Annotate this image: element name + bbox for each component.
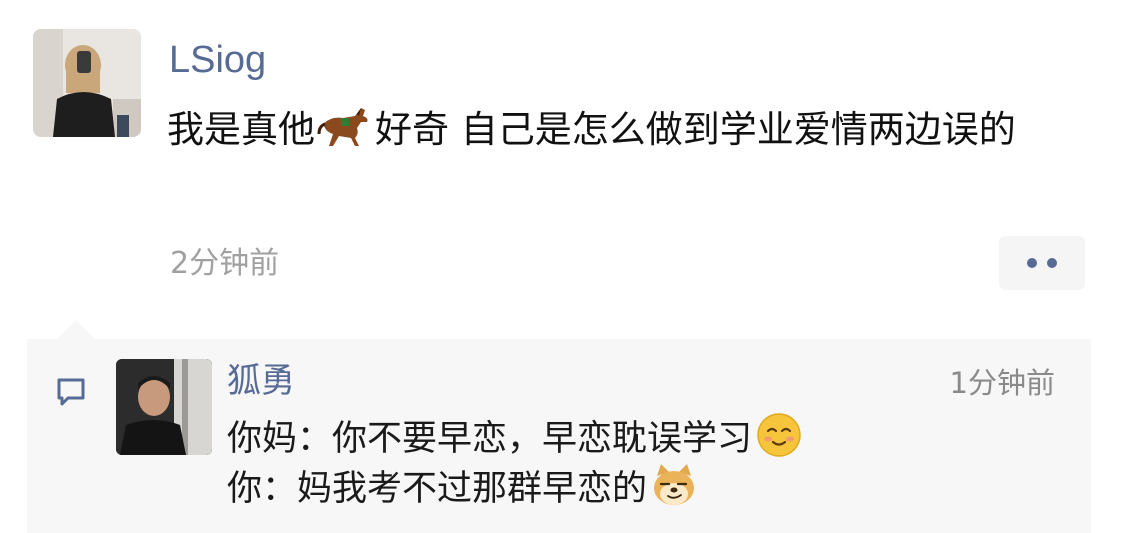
post-text-part2: 好奇 自己是怎么做到学业爱情两边误的 <box>375 108 1016 151</box>
more-actions-button[interactable] <box>999 236 1085 290</box>
more-dot-icon <box>1047 258 1057 268</box>
comment-line-1-text: 你妈：你不要早恋，早恋耽误学习 <box>227 419 753 459</box>
comment-line-2: 你：妈我考不过那群早恋的 <box>227 462 697 515</box>
comment-line-1: 你妈：你不要早恋，早恋耽误学习 <box>227 412 802 465</box>
comment-pointer <box>57 320 95 339</box>
smiling-face-icon <box>756 412 802 458</box>
post-text-part1: 我是真他 <box>167 108 315 151</box>
more-dot-icon <box>1027 258 1037 268</box>
comment-bubble-icon <box>54 374 88 408</box>
moment-post: LSiog 我是真他 好奇 自己是怎么做到学业爱情两边误的 2分钟前 <box>0 0 1124 320</box>
comment-timestamp: 1分钟前 <box>949 366 1055 400</box>
commenter-avatar[interactable] <box>116 359 212 455</box>
post-text: 我是真他 好奇 自己是怎么做到学业爱情两边误的 <box>167 102 1097 158</box>
comment-line-2-text: 你：妈我考不过那群早恋的 <box>227 469 648 509</box>
post-timestamp: 2分钟前 <box>170 246 280 281</box>
author-name[interactable]: LSiog <box>169 32 266 88</box>
horse-icon <box>317 104 371 148</box>
commenter-name[interactable]: 狐勇 <box>227 356 295 406</box>
author-avatar[interactable] <box>33 29 141 137</box>
doge-icon <box>651 462 697 508</box>
